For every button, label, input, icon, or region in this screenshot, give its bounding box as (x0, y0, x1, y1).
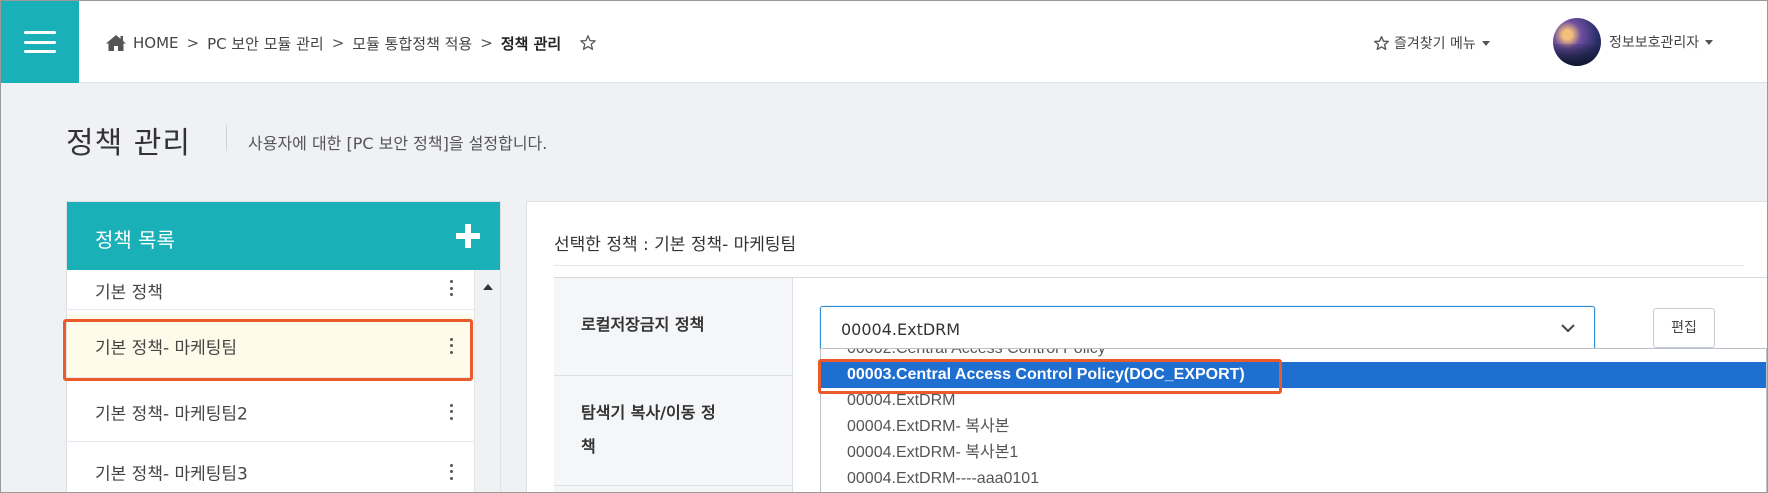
dropdown-option[interactable]: 00004.ExtDRM- 복사본1 (821, 440, 1766, 466)
row-label-explorer-copy: 탐색기 복사/이동 정책 (554, 376, 793, 486)
select-dropdown-list[interactable]: 00002.Central Access Control Policy 0000… (820, 348, 1767, 492)
user-menu[interactable]: 정보보호관리자 (1553, 17, 1714, 67)
hamburger-menu-button[interactable] (1, 1, 79, 83)
divider (554, 265, 1744, 266)
star-outline-icon (1374, 35, 1389, 50)
policy-list: 기본 정책 기본 정책- 마케팅팀 기본 정책- 마케팅팀2 기본 정책- 마케… (67, 270, 475, 492)
scrollbar[interactable] (474, 270, 500, 492)
row-label-text: 로컬저장금지 정책 (581, 315, 705, 334)
more-vertical-icon[interactable] (449, 337, 453, 354)
edit-button[interactable]: 편집 (1653, 308, 1715, 348)
caret-down-icon (1705, 39, 1714, 45)
caret-down-icon (1481, 40, 1490, 46)
hamburger-icon (24, 31, 56, 53)
row-label-text: 탐색기 복사/이동 정책 (581, 396, 716, 464)
more-vertical-icon[interactable] (449, 280, 453, 296)
more-vertical-icon[interactable] (449, 463, 453, 480)
breadcrumb-current: 정책 관리 (500, 34, 562, 53)
policy-item-label: 기본 정책- 마케팅팀2 (95, 404, 248, 424)
top-bar: HOME > PC 보안 모듈 관리 > 모듈 통합정책 적용 > 정책 관리 … (1, 1, 1767, 83)
breadcrumb: HOME > PC 보안 모듈 관리 > 모듈 통합정책 적용 > 정책 관리 (105, 31, 597, 55)
select-value: 00004.ExtDRM (841, 320, 961, 339)
breadcrumb-separator: > (480, 34, 493, 52)
policy-list-panel: 정책 목록 기본 정책 기본 정책- 마케팅팀 기본 정책- 마케팅팀2 기본 … (66, 201, 501, 492)
more-vertical-icon[interactable] (449, 403, 453, 420)
page-title: 정책 관리 (66, 126, 191, 161)
policy-list-item[interactable]: 기본 정책 (67, 270, 475, 310)
breadcrumb-separator: > (331, 34, 345, 52)
policy-list-header: 정책 목록 (67, 202, 500, 270)
row-label-local-save: 로컬저장금지 정책 (554, 278, 793, 376)
favorites-menu-button[interactable]: 즐겨찾기 메뉴 (1373, 31, 1490, 55)
dropdown-option[interactable]: 00002.Central Access Control Policy (821, 349, 1766, 362)
policy-list-item-selected[interactable]: 기본 정책- 마케팅팀 (67, 314, 475, 378)
policy-list-item[interactable]: 기본 정책- 마케팅팀3 (67, 442, 475, 492)
title-divider (226, 125, 227, 151)
chevron-down-icon (1561, 324, 1575, 333)
row-label-line: 탐색기 복사/이동 정 (581, 403, 716, 422)
row-label-next (554, 486, 793, 492)
breadcrumb-home[interactable]: HOME (133, 34, 179, 52)
local-save-policy-select[interactable]: 00004.ExtDRM (820, 306, 1595, 352)
home-icon[interactable] (105, 34, 127, 52)
breadcrumb-module-policy[interactable]: 모듈 통합정책 적용 (352, 33, 472, 54)
policy-list-title: 정책 목록 (95, 228, 175, 252)
user-name: 정보보호관리자 (1609, 35, 1700, 51)
page-description: 사용자에 대한 [PC 보안 정책]을 설정합니다. (248, 134, 548, 153)
selected-policy-title: 선택한 정책 : 기본 정책- 마케팅팀 (554, 235, 797, 255)
breadcrumb-separator: > (186, 34, 200, 52)
add-policy-button[interactable] (456, 224, 480, 248)
star-outline-icon[interactable] (579, 34, 597, 52)
policy-item-label: 기본 정책- 마케팅팀 (95, 338, 238, 358)
policy-list-item[interactable]: 기본 정책- 마케팅팀2 (67, 382, 475, 442)
scroll-up-arrow-icon[interactable] (483, 284, 493, 290)
row-label-line: 책 (581, 437, 596, 456)
app-window: HOME > PC 보안 모듈 관리 > 모듈 통합정책 적용 > 정책 관리 … (0, 0, 1768, 493)
avatar (1553, 18, 1601, 66)
dropdown-option[interactable]: 00004.ExtDRM (821, 388, 1766, 414)
dropdown-option[interactable]: 00004.ExtDRM- 복사본 (821, 414, 1766, 440)
policy-item-label: 기본 정책- 마케팅팀3 (95, 464, 248, 484)
dropdown-option-active[interactable]: 00003.Central Access Control Policy(DOC_… (821, 362, 1766, 388)
breadcrumb-pc-security[interactable]: PC 보안 모듈 관리 (207, 33, 324, 54)
policy-item-label: 기본 정책 (95, 283, 163, 303)
favorites-label: 즐겨찾기 메뉴 (1394, 36, 1476, 52)
dropdown-option[interactable]: 00004.ExtDRM----aaa0101 (821, 466, 1766, 492)
